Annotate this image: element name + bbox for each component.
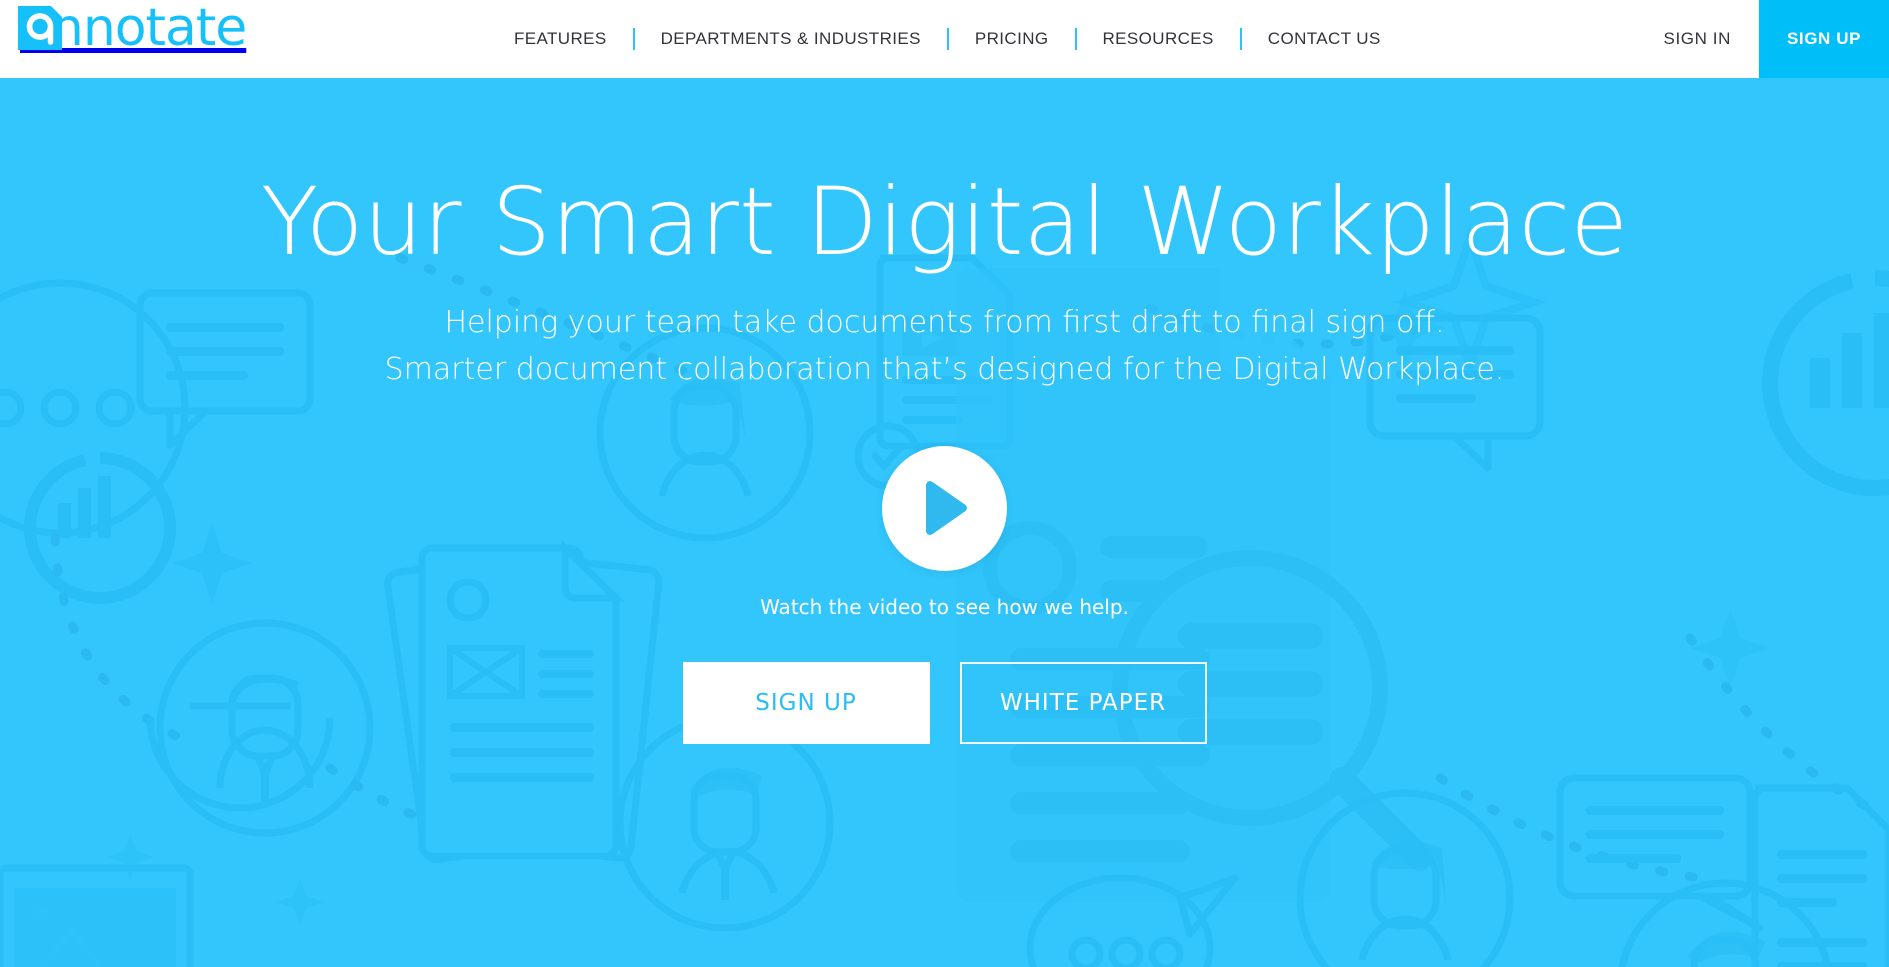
nav-item-features[interactable]: FEATURES (488, 29, 633, 49)
sign-up-button-header[interactable]: SIGN UP (1759, 0, 1889, 78)
sign-up-button-hero[interactable]: SIGN UP (682, 661, 930, 744)
site-header: annotate FEATURES DEPARTMENTS & INDUSTRI… (0, 0, 1889, 78)
hero-content: Your Smart Digital Workplace Helping you… (0, 168, 1889, 744)
hero-subtitle-line-2: Smarter document collaboration that’s de… (384, 351, 1505, 387)
nav-item-contact-us[interactable]: CONTACT US (1242, 29, 1407, 49)
page-title: Your Smart Digital Workplace (260, 168, 1629, 277)
nav-item-departments-industries[interactable]: DEPARTMENTS & INDUSTRIES (635, 29, 947, 49)
cta-row: SIGN UP WHITE PAPER (0, 661, 1889, 744)
sign-in-link[interactable]: SIGN IN (1664, 0, 1760, 78)
header-actions: SIGN IN SIGN UP (1664, 0, 1889, 78)
hero-section: Your Smart Digital Workplace Helping you… (0, 78, 1889, 967)
video-block: Watch the video to see how we help. (0, 445, 1889, 619)
play-video-button[interactable] (882, 445, 1007, 571)
main-nav: FEATURES DEPARTMENTS & INDUSTRIES PRICIN… (488, 0, 1407, 78)
nav-item-resources[interactable]: RESOURCES (1077, 29, 1240, 49)
video-caption: Watch the video to see how we help. (760, 594, 1129, 619)
brand-logo[interactable]: annotate (18, 0, 247, 56)
annotate-logo-mark-icon (18, 6, 62, 50)
hero-subtitle-line-1: Helping your team take documents from fi… (444, 304, 1445, 340)
play-icon (925, 481, 967, 536)
white-paper-button[interactable]: WHITE PAPER (959, 661, 1207, 744)
nav-item-pricing[interactable]: PRICING (949, 29, 1075, 49)
